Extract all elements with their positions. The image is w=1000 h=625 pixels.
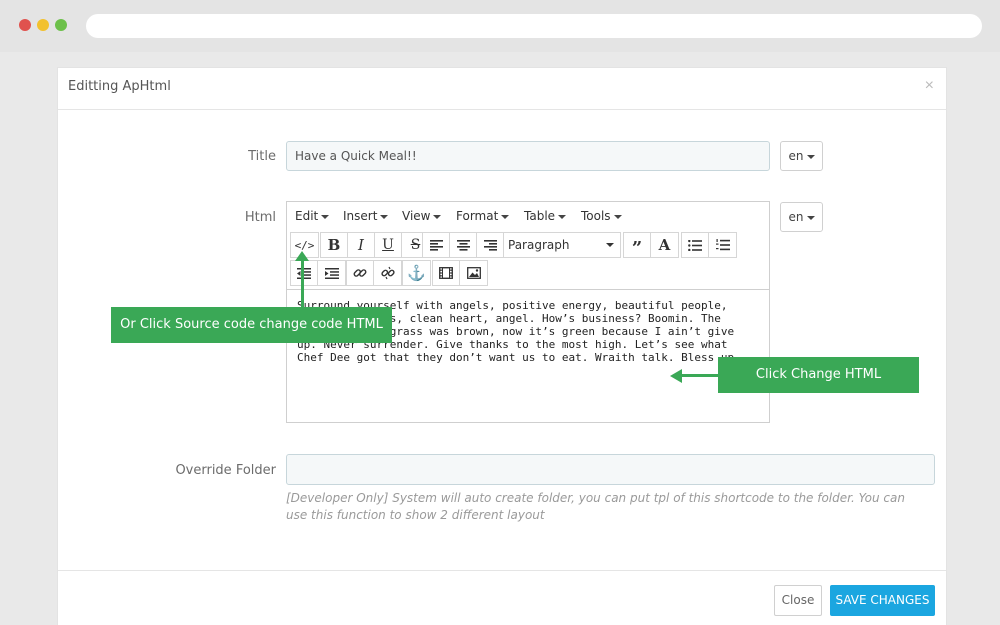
menu-edit-label: Edit (295, 209, 319, 223)
toolbar-group-align (422, 232, 505, 258)
save-changes-button[interactable]: SAVE CHANGES (830, 585, 935, 616)
underline-icon[interactable]: U (375, 233, 402, 257)
title-input[interactable]: Have a Quick Meal!! (286, 141, 770, 171)
modal-title: Editting ApHtml (68, 79, 171, 94)
change-callout-arrow-line (682, 374, 720, 377)
media-icon[interactable] (433, 261, 460, 285)
html-label: Html (244, 210, 276, 225)
chevron-down-icon (501, 214, 510, 219)
outdent-icon[interactable] (291, 261, 318, 285)
align-right-icon[interactable] (477, 233, 504, 257)
toolbar-group-indent (290, 260, 346, 286)
chevron-down-icon (558, 214, 567, 219)
modal-footer-divider (58, 570, 946, 571)
menu-format-label: Format (456, 209, 499, 223)
align-center-icon[interactable] (450, 233, 477, 257)
unlink-icon[interactable] (374, 261, 401, 285)
toolbar-group-link (346, 260, 402, 286)
bold-icon[interactable]: B (321, 233, 348, 257)
toolbar-group-format: Paragraph (503, 232, 621, 258)
chevron-down-icon (606, 243, 614, 247)
indent-icon[interactable] (318, 261, 345, 285)
title-lang-label: en (788, 149, 804, 163)
modal-close-icon[interactable]: × (925, 77, 934, 95)
window-close-dot[interactable] (19, 19, 31, 31)
toolbar-group-style: B I U S (320, 232, 430, 258)
menu-edit[interactable]: Edit (295, 209, 330, 223)
toolbar-group-media (432, 260, 488, 286)
editor-toolbar-row-1: </> B I U S Paragraph ” A (287, 232, 769, 260)
window-minimize-dot[interactable] (37, 19, 49, 31)
toolbar-group-quote: ” A (623, 232, 679, 259)
numbered-list-icon[interactable] (709, 233, 736, 257)
menu-table-label: Table (524, 209, 556, 223)
menu-view-label: View (402, 209, 431, 223)
toolbar-group-lists (681, 232, 737, 258)
menu-table[interactable]: Table (524, 209, 567, 223)
html-lang-dropdown[interactable]: en (780, 202, 823, 232)
close-button[interactable]: Close (774, 585, 822, 616)
blockquote-icon[interactable]: ” (624, 233, 651, 259)
text-color-icon[interactable]: A (651, 233, 678, 257)
menu-tools[interactable]: Tools (581, 209, 622, 223)
change-html-callout: Click Change HTML (718, 357, 919, 393)
window-maximize-dot[interactable] (55, 19, 67, 31)
menu-insert-label: Insert (343, 209, 378, 223)
align-left-icon[interactable] (423, 233, 450, 257)
browser-chrome (0, 0, 1000, 52)
italic-icon[interactable]: I (348, 233, 375, 257)
html-lang-label: en (788, 210, 804, 224)
block-format-select[interactable]: Paragraph (504, 233, 620, 257)
image-icon[interactable] (460, 261, 487, 285)
editor-menubar: Edit Insert View Format Table Tools (287, 202, 769, 230)
arrow-left-icon (670, 368, 682, 383)
override-folder-input[interactable] (286, 454, 935, 485)
chevron-down-icon (806, 154, 815, 159)
chevron-down-icon (613, 214, 622, 219)
toolbar-group-anchor: ⚓ (402, 260, 431, 286)
arrow-up-icon (295, 251, 309, 261)
block-format-value: Paragraph (508, 238, 570, 252)
chevron-down-icon (806, 215, 815, 220)
source-code-callout: Or Click Source code change code HTML (111, 307, 392, 343)
modal-header: Editting ApHtml × (58, 68, 946, 110)
title-lang-dropdown[interactable]: en (780, 141, 823, 171)
anchor-icon[interactable]: ⚓ (403, 261, 430, 285)
menu-format[interactable]: Format (456, 209, 510, 223)
menu-tools-label: Tools (581, 209, 611, 223)
bullet-list-icon[interactable] (682, 233, 709, 257)
link-icon[interactable] (347, 261, 374, 285)
override-folder-label: Override Folder (175, 463, 276, 478)
editor-toolbar-row-2: ⚓ (287, 260, 769, 288)
address-bar[interactable] (86, 14, 982, 38)
menu-view[interactable]: View (402, 209, 442, 223)
override-folder-help: [Developer Only] System will auto create… (286, 491, 905, 522)
menu-insert[interactable]: Insert (343, 209, 389, 223)
chevron-down-icon (433, 214, 442, 219)
chevron-down-icon (380, 214, 389, 219)
title-label: Title (248, 149, 276, 164)
chevron-down-icon (321, 214, 330, 219)
source-callout-arrow-line (301, 258, 304, 308)
